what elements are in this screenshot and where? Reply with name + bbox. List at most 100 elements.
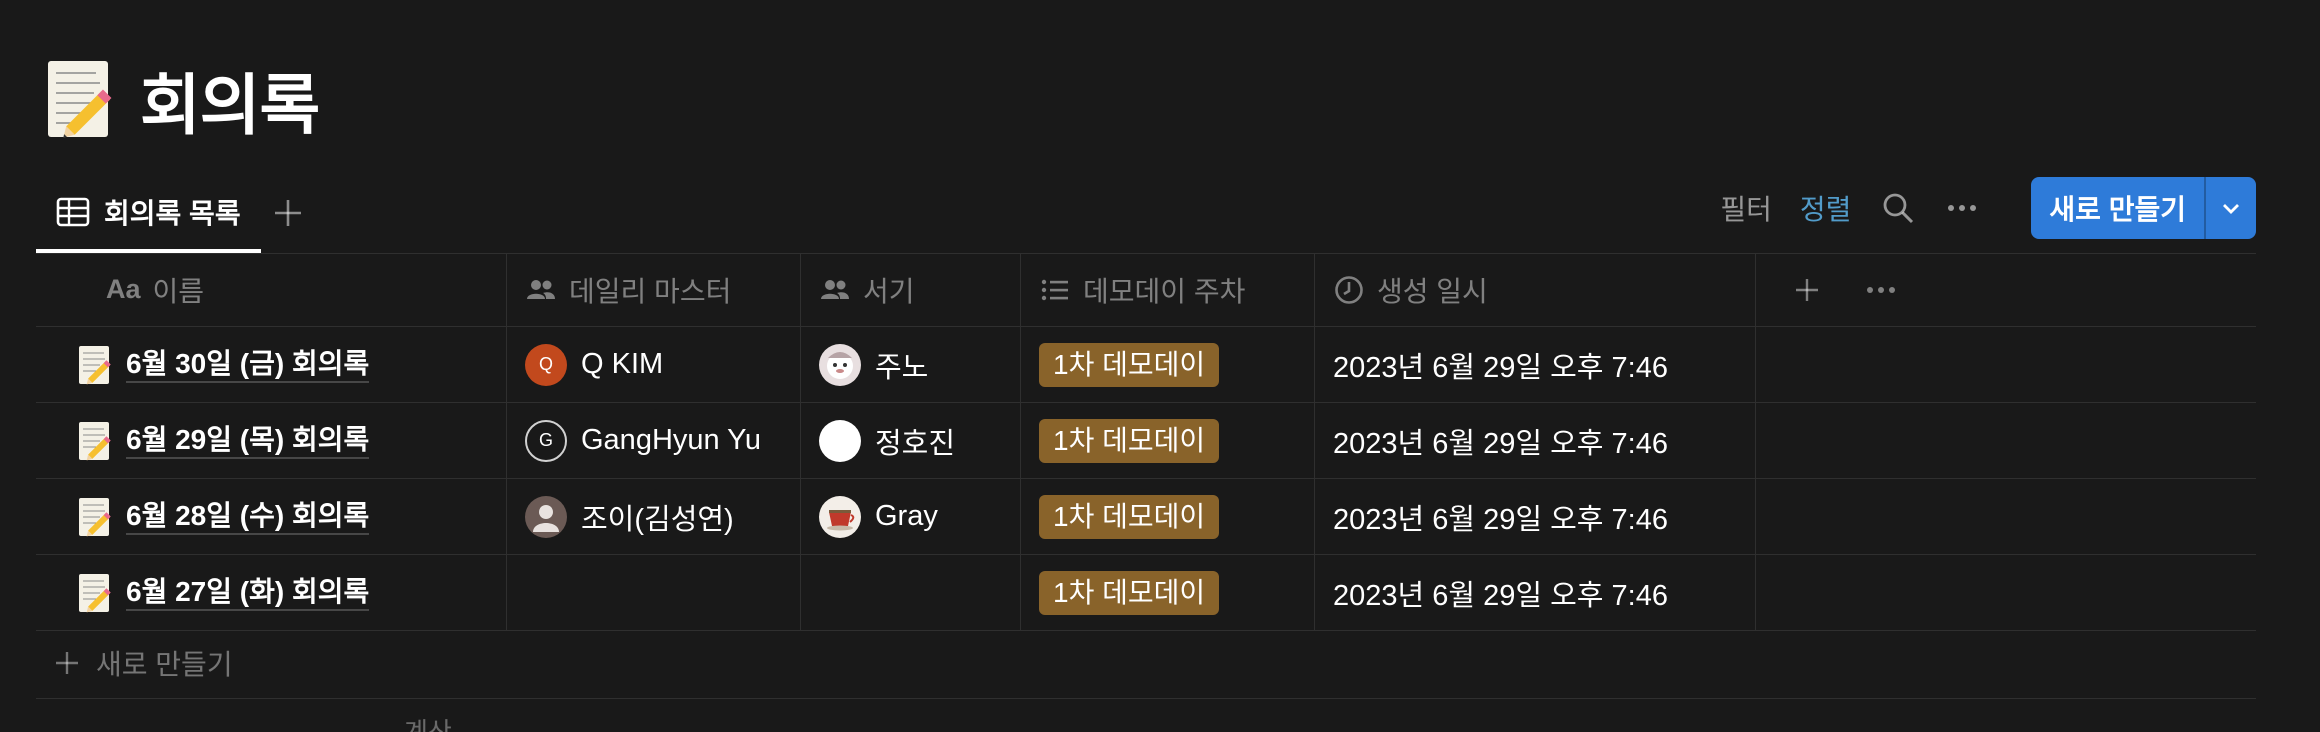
created-time-cell: 2023년 6월 29일 오후 7:46 xyxy=(1315,327,1756,402)
select-tag: 1차 데모데이 xyxy=(1039,494,1220,539)
created-time: 2023년 6월 29일 오후 7:46 xyxy=(1333,579,1668,612)
people-icon xyxy=(527,279,555,299)
avatar xyxy=(819,419,861,462)
column-header-daily-master[interactable]: 데일리 마스터 xyxy=(507,253,801,326)
new-page-template-dropdown[interactable] xyxy=(2206,177,2256,239)
column-label: 데모데이 주차 xyxy=(1083,275,1246,307)
person-name: 정호진 xyxy=(875,427,956,460)
column-header-name[interactable]: Aa 이름 xyxy=(36,253,507,326)
page-link[interactable]: 6월 28일 (수) 회의록 xyxy=(126,499,370,535)
tab-table-view[interactable]: 회의록 목록 xyxy=(36,175,261,253)
memo-emoji-icon xyxy=(79,573,111,612)
created-time: 2023년 6월 29일 오후 7:46 xyxy=(1333,351,1668,384)
text-property-icon: Aa xyxy=(106,274,141,304)
column-label: 서기 xyxy=(863,275,915,307)
demoday-cell[interactable]: 1차 데모데이 xyxy=(1021,403,1315,478)
select-tag: 1차 데모데이 xyxy=(1039,418,1220,463)
name-cell[interactable]: 6월 30일 (금) 회의록 xyxy=(36,327,507,402)
add-property-icon[interactable] xyxy=(1792,275,1822,305)
empty-cell xyxy=(1756,403,2256,478)
empty-cell xyxy=(1756,555,2256,630)
demoday-cell[interactable]: 1차 데모데이 xyxy=(1021,555,1315,630)
table-row[interactable]: 6월 28일 (수) 회의록 조이(김성연) Gray 1차 데모데이 2023… xyxy=(36,479,2256,555)
page-link[interactable]: 6월 27일 (화) 회의록 xyxy=(126,575,370,611)
table-row[interactable]: 6월 30일 (금) 회의록 Q Q KIM 주노 1차 데모데이 2023년 … xyxy=(36,327,2256,403)
character-avatar-icon xyxy=(827,351,853,379)
column-header-demoday-week[interactable]: 데모데이 주차 xyxy=(1021,253,1315,326)
created-time-cell: 2023년 6월 29일 오후 7:46 xyxy=(1315,555,1756,630)
add-view-icon[interactable] xyxy=(268,193,308,233)
new-page-button[interactable]: 새로 만들기 xyxy=(2031,177,2204,239)
avatar: Q xyxy=(525,343,567,386)
memo-emoji-icon[interactable] xyxy=(46,59,118,141)
daily-master-cell[interactable] xyxy=(507,555,801,630)
person-name: 주노 xyxy=(875,351,929,384)
select-tag: 1차 데모데이 xyxy=(1039,570,1220,615)
table-row[interactable]: 6월 29일 (목) 회의록 G GangHyun Yu 정호진 1차 데모데이… xyxy=(36,403,2256,479)
demoday-cell[interactable]: 1차 데모데이 xyxy=(1021,327,1315,402)
writer-cell[interactable]: 정호진 xyxy=(801,403,1021,478)
name-cell[interactable]: 6월 27일 (화) 회의록 xyxy=(36,555,507,630)
add-new-row-label: 새로 만들기 xyxy=(96,649,233,680)
search-icon[interactable] xyxy=(1881,191,1915,225)
created-time-cell: 2023년 6월 29일 오후 7:46 xyxy=(1315,403,1756,478)
page-link[interactable]: 6월 30일 (금) 회의록 xyxy=(126,347,370,383)
view-tabbar: 회의록 목록 필터 정렬 새로 만들기 xyxy=(36,175,2256,253)
demoday-cell[interactable]: 1차 데모데이 xyxy=(1021,479,1315,554)
calculate-label: 계산 xyxy=(404,717,452,732)
writer-cell[interactable]: 주노 xyxy=(801,327,1021,402)
database-toolbar: 필터 정렬 새로 만들기 xyxy=(1720,177,2256,239)
empty-cell xyxy=(1756,479,2256,554)
table-header-row: Aa 이름 데일리 마스터 서기 데모데이 주차 생성 일시 xyxy=(36,253,2256,327)
clock-icon xyxy=(1335,275,1363,304)
person-name: GangHyun Yu xyxy=(581,424,762,456)
name-cell[interactable]: 6월 28일 (수) 회의록 xyxy=(36,479,507,554)
page-header: 회의록 xyxy=(46,50,320,150)
avatar xyxy=(525,495,567,538)
sort-button[interactable]: 정렬 xyxy=(1800,188,1852,228)
page-link[interactable]: 6월 29일 (목) 회의록 xyxy=(126,423,370,459)
view-tab-label: 회의록 목록 xyxy=(104,198,241,229)
memo-emoji-icon xyxy=(79,421,111,460)
avatar xyxy=(819,495,861,538)
avatar-initial: G xyxy=(538,430,553,450)
column-label: 데일리 마스터 xyxy=(569,275,732,307)
person-name: 조이(김성연) xyxy=(581,503,734,536)
avatar: G xyxy=(525,419,567,462)
writer-cell[interactable] xyxy=(801,555,1021,630)
database-table: Aa 이름 데일리 마스터 서기 데모데이 주차 생성 일시 6월 30일 (금… xyxy=(36,253,2256,631)
created-time: 2023년 6월 29일 오후 7:46 xyxy=(1333,427,1668,460)
column-header-created-time[interactable]: 생성 일시 xyxy=(1315,253,1756,326)
chevron-down-icon xyxy=(2223,204,2239,214)
person-name: Q KIM xyxy=(581,348,664,380)
person-name: Gray xyxy=(875,500,938,532)
created-time-cell: 2023년 6월 29일 오후 7:46 xyxy=(1315,479,1756,554)
notion-database-page: 회의록 회의록 목록 필터 정렬 새로 만들기 Aa 이름 데일리 마스터 서기… xyxy=(0,0,2320,732)
avatar xyxy=(819,343,861,386)
default-user-icon xyxy=(533,504,559,532)
memo-emoji-icon xyxy=(79,497,111,536)
daily-master-cell[interactable]: G GangHyun Yu xyxy=(507,403,801,478)
avatar-initial: Q xyxy=(538,354,553,374)
more-options-icon[interactable] xyxy=(1864,275,1898,305)
people-icon xyxy=(821,279,849,299)
table-row[interactable]: 6월 27일 (화) 회의록 1차 데모데이 2023년 6월 29일 오후 7… xyxy=(36,555,2256,631)
column-label: 이름 xyxy=(152,275,205,307)
add-new-row-button[interactable]: 새로 만들기 xyxy=(36,628,2256,699)
page-title[interactable]: 회의록 xyxy=(140,52,320,148)
new-page-button-group: 새로 만들기 xyxy=(2031,177,2256,239)
tea-cup-avatar-icon xyxy=(827,509,855,530)
empty-cell xyxy=(1756,327,2256,402)
chevron-down-icon: ⌄ xyxy=(459,717,481,732)
list-icon xyxy=(1041,279,1068,300)
daily-master-cell[interactable]: 조이(김성연) xyxy=(507,479,801,554)
writer-cell[interactable]: Gray xyxy=(801,479,1021,554)
daily-master-cell[interactable]: Q Q KIM xyxy=(507,327,801,402)
filter-button[interactable]: 필터 xyxy=(1720,188,1772,228)
more-options-icon[interactable] xyxy=(1945,191,1979,225)
table-icon xyxy=(56,197,90,227)
name-cell[interactable]: 6월 29일 (목) 회의록 xyxy=(36,403,507,478)
select-tag: 1차 데모데이 xyxy=(1039,342,1220,387)
column-header-writer[interactable]: 서기 xyxy=(801,253,1021,326)
calculate-button[interactable]: 계산 ⌄ xyxy=(404,712,481,732)
